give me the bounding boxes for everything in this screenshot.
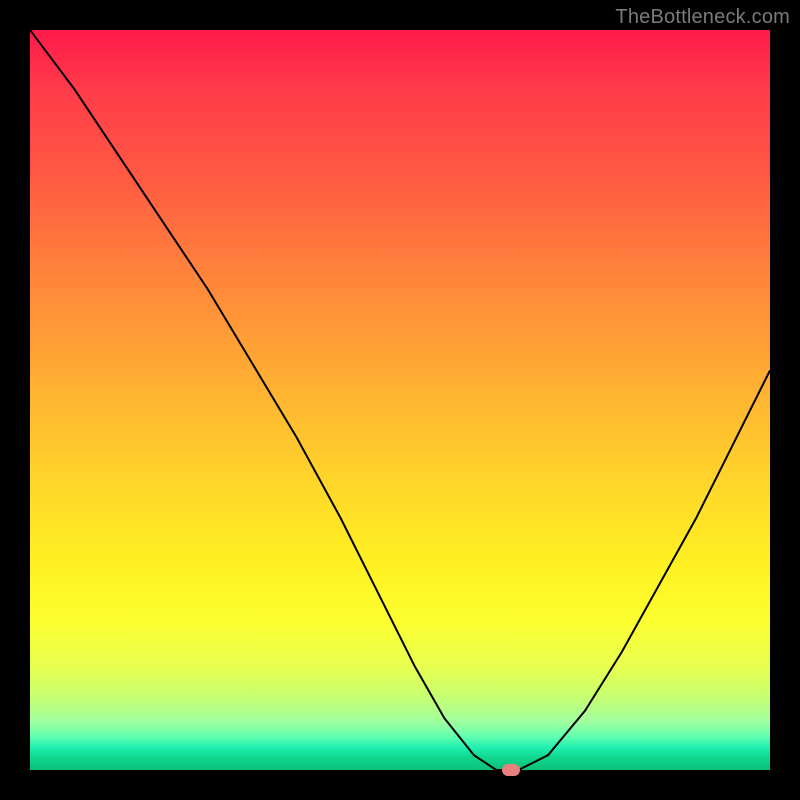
optimum-marker <box>502 764 520 776</box>
attribution-text: TheBottleneck.com <box>615 6 790 29</box>
plot-area <box>30 30 770 770</box>
bottleneck-curve <box>30 30 770 770</box>
